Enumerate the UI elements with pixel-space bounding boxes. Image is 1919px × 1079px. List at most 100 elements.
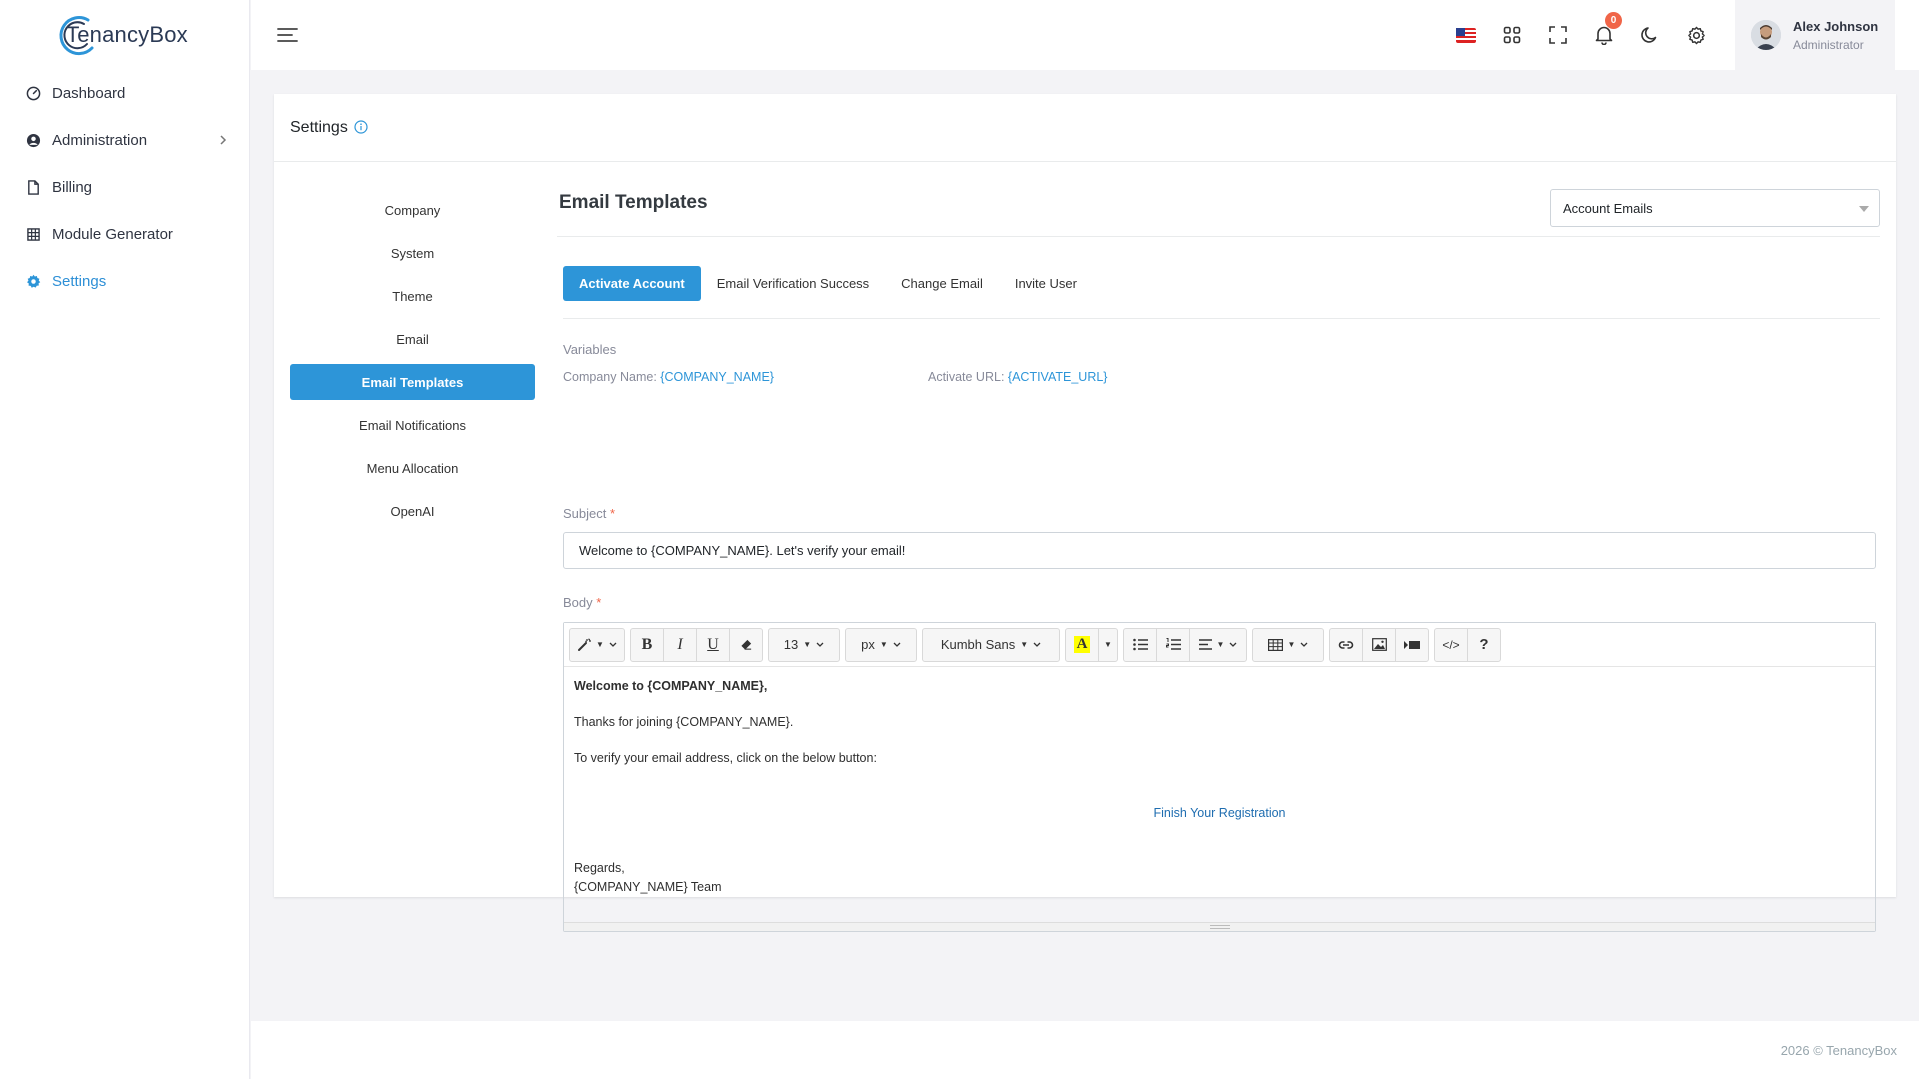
link-icon [1338, 640, 1354, 649]
table-dropdown[interactable]: ▼ [1252, 627, 1324, 662]
code-view-button[interactable]: </> [1434, 627, 1468, 662]
numbered-list-button[interactable] [1156, 627, 1190, 662]
chevron-down-icon [1033, 642, 1041, 647]
settings-nav-email[interactable]: Email [290, 321, 535, 357]
body-label-text: Body [563, 595, 593, 610]
sidebar-item-label: Billing [52, 179, 93, 196]
info-icon[interactable] [354, 120, 368, 137]
sidebar-item-billing[interactable]: Billing [0, 164, 249, 211]
question-mark-icon: ? [1479, 636, 1489, 653]
sidebar-item-label: Settings [52, 273, 107, 290]
menu-toggle-icon[interactable] [277, 25, 299, 45]
font-family-dropdown[interactable]: Kumbh Sans ▼ [922, 627, 1060, 662]
apps-grid-icon[interactable] [1489, 0, 1535, 70]
subject-label: Subject * [563, 506, 615, 521]
logo-mark-icon [52, 12, 98, 58]
chevron-down-icon [893, 642, 901, 647]
subject-input[interactable]: Welcome to {COMPANY_NAME}. Let's verify … [563, 532, 1876, 569]
caret-down-icon: ▼ [803, 640, 812, 649]
required-mark: * [610, 506, 616, 521]
body-label: Body * [563, 595, 601, 610]
text-color-dropdown[interactable]: ▼ [1098, 627, 1118, 662]
editor-resize-handle[interactable] [564, 922, 1875, 931]
font-family-value: Kumbh Sans [940, 637, 1016, 652]
sidebar-item-dashboard[interactable]: Dashboard [0, 70, 249, 117]
finish-registration-link[interactable]: Finish Your Registration [564, 806, 1875, 820]
italic-button[interactable]: I [663, 627, 697, 662]
user-menu[interactable]: Alex Johnson Administrator [1735, 0, 1895, 70]
settings-nav-company[interactable]: Company [290, 192, 535, 228]
tab-change-email[interactable]: Change Email [885, 266, 999, 301]
grid-icon [24, 226, 42, 244]
toolbar-group-font: B I U [630, 627, 763, 662]
footer-copyright: 2026 © TenancyBox [1780, 1043, 1897, 1058]
insert-link-button[interactable] [1329, 627, 1363, 662]
clear-format-button[interactable] [729, 627, 763, 662]
font-color-icon: A [1073, 636, 1091, 653]
font-size-value: 13 [783, 637, 799, 652]
settings-nav-openai[interactable]: OpenAI [290, 493, 535, 529]
notifications-bell-icon[interactable]: 0 [1581, 0, 1627, 70]
body-line-2: To verify your email address, click on t… [574, 751, 877, 765]
table-icon [1267, 638, 1283, 651]
caret-down-icon [1859, 206, 1869, 212]
text-color-button[interactable]: A [1065, 627, 1099, 662]
us-flag-icon[interactable] [1443, 0, 1489, 70]
template-tabs: Activate Account Email Verification Succ… [563, 266, 1093, 301]
page-title: Settings [290, 118, 348, 136]
editor-content[interactable]: Welcome to {COMPANY_NAME}, Thanks for jo… [564, 667, 1875, 923]
avatar [1751, 20, 1781, 50]
sidebar-item-administration[interactable]: Administration [0, 117, 249, 164]
caret-down-icon: ▼ [1104, 640, 1112, 649]
fullscreen-icon[interactable] [1535, 0, 1581, 70]
editor-toolbar: ▼ B I U 13 ▼ px ▼ Kumbh Sans ▼ A ▼ ▼ ▼ <… [564, 623, 1875, 667]
settings-nav-email-notifications[interactable]: Email Notifications [290, 407, 535, 443]
sidebar-item-settings[interactable]: Settings [0, 258, 249, 305]
tab-activate-account[interactable]: Activate Account [563, 266, 701, 301]
settings-gear-icon[interactable] [1673, 0, 1719, 70]
variable-company-name: Company Name: {COMPANY_NAME} [563, 370, 774, 384]
sidebar-item-label: Administration [52, 132, 148, 149]
settings-nav-theme[interactable]: Theme [290, 278, 535, 314]
sidebar-nav: Dashboard Administration Billing Module … [0, 70, 249, 305]
variable-label: Company Name: [563, 370, 657, 384]
font-unit-value: px [861, 637, 875, 652]
insert-image-button[interactable] [1362, 627, 1396, 662]
dark-mode-moon-icon[interactable] [1627, 0, 1673, 70]
topbar-actions: 0 [1443, 0, 1719, 70]
toolbar-group-unit: px ▼ [845, 627, 917, 662]
sidebar-item-module-generator[interactable]: Module Generator [0, 211, 249, 258]
align-left-icon [1198, 639, 1212, 650]
font-unit-dropdown[interactable]: px ▼ [845, 627, 917, 662]
chevron-down-icon [1229, 642, 1237, 647]
settings-nav-system[interactable]: System [290, 235, 535, 271]
subject-value: Welcome to {COMPANY_NAME}. Let's verify … [579, 543, 906, 558]
subject-label-text: Subject [563, 506, 607, 521]
brand-logo[interactable]: TenancyBox [0, 0, 249, 70]
body-greeting: Welcome to {COMPANY_NAME}, [574, 679, 768, 693]
body-line-1: Thanks for joining {COMPANY_NAME}. [574, 715, 794, 729]
gear-icon [24, 273, 42, 291]
caret-down-icon: ▼ [1216, 640, 1225, 649]
paragraph-align-dropdown[interactable]: ▼ [1189, 627, 1247, 662]
settings-nav-menu-allocation[interactable]: Menu Allocation [290, 450, 535, 486]
tab-invite-user[interactable]: Invite User [999, 266, 1093, 301]
variable-token[interactable]: {ACTIVATE_URL} [1008, 370, 1108, 384]
font-size-dropdown[interactable]: 13 ▼ [768, 627, 840, 662]
variable-token[interactable]: {COMPANY_NAME} [660, 370, 774, 384]
help-button[interactable]: ? [1467, 627, 1501, 662]
notification-count-badge: 0 [1605, 12, 1622, 29]
bullet-list-button[interactable] [1123, 627, 1157, 662]
underline-icon: U [707, 635, 719, 653]
settings-nav-email-templates[interactable]: Email Templates [290, 364, 535, 400]
body-signature: {COMPANY_NAME} Team [574, 880, 722, 894]
template-category-select[interactable]: Account Emails [1550, 189, 1880, 227]
tab-email-verification-success[interactable]: Email Verification Success [701, 266, 885, 301]
divider [563, 318, 1880, 319]
code-icon: </> [1442, 637, 1460, 652]
underline-button[interactable]: U [696, 627, 730, 662]
bullet-list-icon [1132, 638, 1148, 651]
style-dropdown-button[interactable]: ▼ [569, 627, 625, 662]
insert-video-button[interactable] [1395, 627, 1429, 662]
bold-button[interactable]: B [630, 627, 664, 662]
